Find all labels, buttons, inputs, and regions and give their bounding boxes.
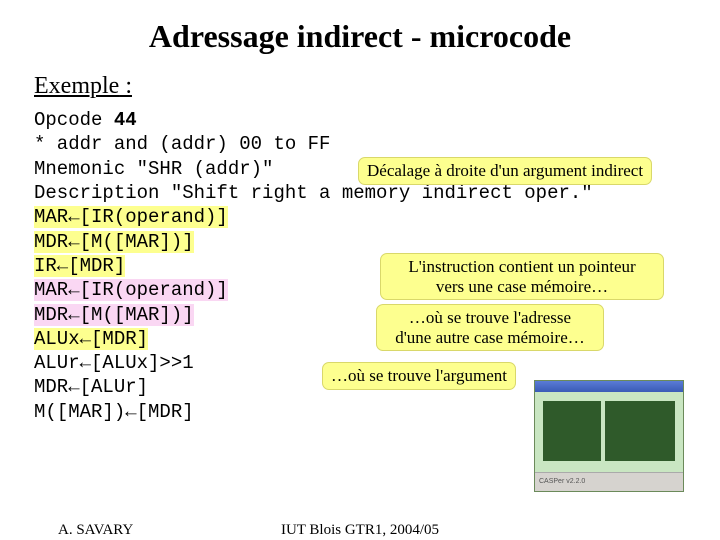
opcode-value: 44 <box>114 109 137 131</box>
hl-alux: ALUx←[MDR] <box>34 328 148 350</box>
slide-title: Adressage indirect - microcode <box>34 18 686 55</box>
hl-mdr-mem-1: MDR←[M([MAR])] <box>34 231 194 253</box>
callout-pointer-l2: vers une case mémoire… <box>436 277 608 296</box>
hl-mdr-mem-2: MDR←[M([MAR])] <box>34 304 194 326</box>
thumb-panel-right <box>605 401 675 461</box>
code-line-5: MAR←[IR(operand)] <box>34 205 686 229</box>
slide: Adressage indirect - microcode Exemple :… <box>0 0 720 540</box>
thumb-panel-left <box>543 401 601 461</box>
code-line-opcode: Opcode 44 <box>34 108 686 132</box>
subtitle-word: Exemple <box>34 73 119 99</box>
callout-address: …où se trouve l'adresse d'une autre case… <box>376 304 604 351</box>
simulator-thumbnail: CASPer v2.2.0 <box>534 380 684 492</box>
callout-shift-right: Décalage à droite d'un argument indirect <box>358 157 652 185</box>
hl-mar-ir-2: MAR←[IR(operand)] <box>34 279 228 301</box>
subtitle: Exemple : <box>34 73 686 100</box>
subtitle-colon: : <box>119 73 132 99</box>
thumb-titlebar <box>535 381 683 392</box>
callout-address-l1: …où se trouve l'adresse <box>409 308 571 327</box>
footer-course: IUT Blois GTR1, 2004/05 <box>0 522 720 539</box>
code-line-6: MDR←[M([MAR])] <box>34 230 686 254</box>
callout-address-l2: d'une autre case mémoire… <box>395 328 585 347</box>
code-line-description: Description "Shift right a memory indire… <box>34 181 686 205</box>
hl-mar-ir-1: MAR←[IR(operand)] <box>34 206 228 228</box>
callout-argument: …où se trouve l'argument <box>322 362 516 390</box>
code-line-addr: * addr and (addr) 00 to FF <box>34 132 686 156</box>
opcode-label: Opcode <box>34 109 114 131</box>
callout-pointer: L'instruction contient un pointeur vers … <box>380 253 664 300</box>
thumb-statusbar: CASPer v2.2.0 <box>535 472 683 491</box>
callout-pointer-l1: L'instruction contient un pointeur <box>408 257 635 276</box>
hl-ir-mdr: IR←[MDR] <box>34 255 125 277</box>
